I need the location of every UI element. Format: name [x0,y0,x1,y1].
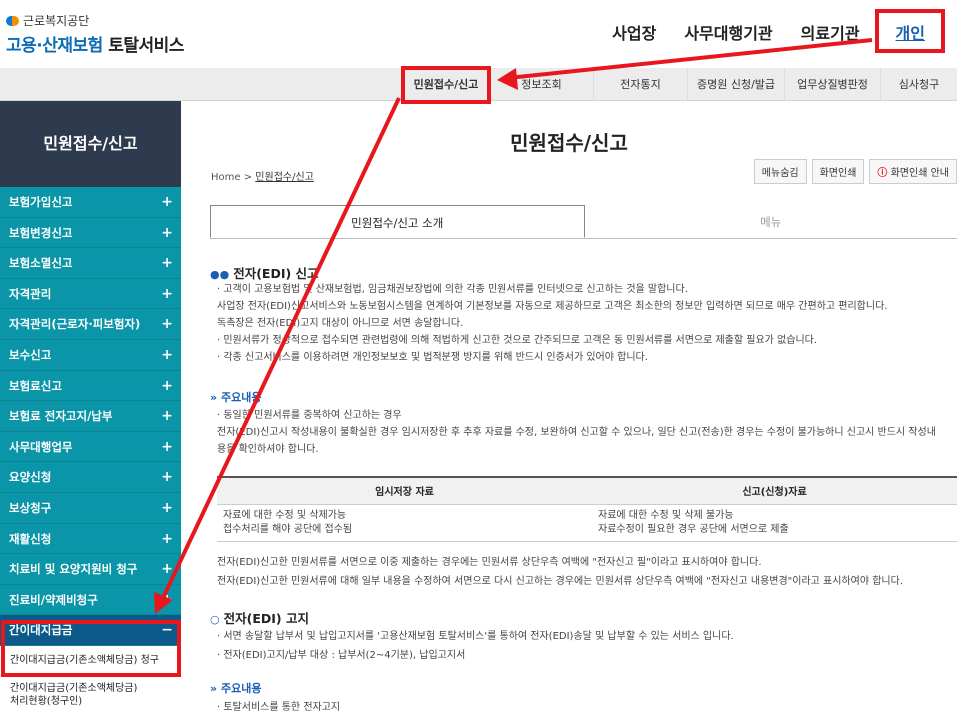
double-chevron-icon: » [210,682,218,695]
table-header: 신고(신청)자료 [592,477,957,505]
tab-menu[interactable]: 메뉴 [585,205,957,238]
comparison-table: 임시저장 자료 신고(신청)자료 자료에 대한 수정 및 삭제가능 접수처리를 … [217,476,957,542]
plus-icon: + [161,255,173,272]
sidebar-title: 민원접수/신고 [0,101,181,187]
sec1-line: 독촉장은 전자(EDI)고지 대상이 아니므로 서면 송달합니다. [217,318,464,329]
highlight-gnb-complaint [401,66,491,104]
sidebar-item[interactable]: 보험소멸신고 + [0,248,181,279]
sub1-line: 용을 확인하셔야 합니다. [217,444,319,455]
sec1-line: · 각종 신고서비스를 이용하려면 개인정보보호 및 법적분쟁 방지를 위해 반… [217,352,648,363]
gnb-tab-info[interactable]: 정보조회 [489,68,593,101]
breadcrumb: Home > 민원접수/신고 [211,168,314,183]
print-guide-button[interactable]: ⓘ 화면인쇄 안내 [869,159,957,184]
sec1-line: · 고객이 고용보험법 및 산재보험법, 임금채권보장법에 의한 각종 민원서류… [217,284,688,295]
after-table-line: 전자(EDI)신고한 민원서류에 대해 일부 내용을 수정하여 서면으로 다시 … [217,576,904,587]
plus-icon: + [161,499,173,516]
utility-buttons: 메뉴숨김 화면인쇄 ⓘ 화면인쇄 안내 [749,159,957,184]
subsection-title-2: » 주요내용 [210,682,262,695]
sec2-line: · 전자(EDI)고지/납부 대상 : 납부서(2~4기분), 납입고지서 [217,650,466,661]
sec1-line: · 민원서류가 정상적으로 접수되면 관련법령에 의해 적법하게 신고한 것으로… [217,335,818,346]
table-row: 자료에 대한 수정 및 삭제가능 접수처리를 해야 공단에 접수됨 자료에 대한… [217,504,957,542]
breadcrumb-current[interactable]: 민원접수/신고 [255,172,314,183]
sub2-line: · 토탈서비스를 통한 전자고지 [217,702,341,713]
gnb-tab-notice[interactable]: 전자통지 [593,68,687,101]
sidebar-item[interactable]: 보수신고 + [0,339,181,371]
plus-icon: + [161,408,173,425]
double-chevron-icon: » [210,391,218,404]
after-table-line: 전자(EDI)신고한 민원서류를 서면으로 이중 제출하는 경우에는 민원서류 … [217,557,762,568]
sidebar-item[interactable]: 사무대행업무 + [0,431,181,463]
bullet-dots-icon: ●● [210,268,230,281]
section-title-edi-report: ●● 전자(EDI) 신고 [210,266,319,281]
tab-intro[interactable]: 민원접수/신고 소개 [210,205,585,238]
bullet-circle-icon: ○ [210,613,220,626]
plus-icon: + [161,224,173,241]
main-content: 민원접수/신고 Home > 민원접수/신고 메뉴숨김 화면인쇄 ⓘ 화면인쇄 … [181,101,957,714]
highlight-sidebar-advance [1,620,181,677]
plus-icon: + [161,194,173,210]
sidebar-item[interactable]: 보험가입신고 + [0,187,181,218]
plus-icon: + [161,591,173,608]
content-tabs: 민원접수/신고 소개 메뉴 [210,205,957,239]
section-title-edi-notice: ○ 전자(EDI) 고지 [210,611,309,626]
plus-icon: + [161,561,173,578]
gnb-tab-appeal[interactable]: 심사청구 [880,68,957,101]
top-nav-agency[interactable]: 사무대행기관 [684,20,772,44]
top-nav-medical[interactable]: 의료기관 [801,20,860,44]
sec2-line: · 서면 송달할 납부서 및 납입고지서를 '고용산재보험 토탈서비스'를 통하… [217,631,734,642]
plus-icon: + [161,316,173,333]
plus-icon: + [161,377,173,394]
hide-menu-button[interactable]: 메뉴숨김 [753,159,807,184]
sub1-line: 전자(EDI)신고시 작성내용이 불확실한 경우 임시저장한 후 추후 자료를 … [217,427,936,438]
plus-icon: + [161,530,173,547]
org-name: 근로복지공단 [23,14,90,28]
logo[interactable]: 근로복지공단 고용·산재보험 토탈서비스 [6,12,184,56]
plus-icon: + [161,285,173,302]
sec1-line: 사업장 전자(EDI)신고서비스와 노동보험시스템을 연계하여 기본정보를 자동… [217,301,888,312]
sidebar-item[interactable]: 보험변경신고 + [0,217,181,249]
print-button[interactable]: 화면인쇄 [811,159,865,184]
sidebar-item[interactable]: 보상청구 + [0,492,181,524]
info-icon: ⓘ [877,168,888,179]
sidebar-item[interactable]: 치료비 및 요양지원비 청구 + [0,554,181,585]
table-header: 임시저장 자료 [217,477,592,505]
plus-icon: + [161,469,173,486]
sidebar-item[interactable]: 자격관리 + [0,278,181,310]
sidebar-item[interactable]: 보험료신고 + [0,370,181,402]
sidebar-subitem-status[interactable]: 간이대지급금(기존소액체당금) 처리현황(청구인) [0,675,181,714]
logo-mark-icon [6,15,20,27]
service-name-dark: 토탈서비스 [108,36,184,56]
table-cell: 자료에 대한 수정 및 삭제가능 접수처리를 해야 공단에 접수됨 [217,504,592,542]
plus-icon: + [161,438,173,455]
page-title: 민원접수/신고 [510,131,628,155]
subsection-title: » 주요내용 [210,391,262,404]
sidebar-item[interactable]: 자격관리(근로자·피보험자) + [0,309,181,340]
gnb-tab-certificate[interactable]: 증명원 신청/발급 [687,68,784,101]
highlight-individual [875,9,945,53]
header: 근로복지공단 고용·산재보험 토탈서비스 사업장 사무대행기관 의료기관 개인 [0,0,957,68]
plus-icon: + [161,346,173,363]
service-name-blue: 고용·산재보험 [6,36,103,56]
gnb-tab-disease[interactable]: 업무상질병판정 [784,68,880,101]
table-cell: 자료에 대한 수정 및 삭제 불가능 자료수정이 필요한 경우 공단에 서면으로… [592,504,957,542]
sidebar-item[interactable]: 진료비/약제비청구 + [0,584,181,616]
sidebar-item[interactable]: 재활신청 + [0,523,181,555]
breadcrumb-home[interactable]: Home [211,172,241,183]
sub1-line: · 동일한 민원서류를 중복하여 신고하는 경우 [217,410,402,421]
sidebar-item[interactable]: 보험료 전자고지/납부 + [0,401,181,432]
breadcrumb-sep: > [243,172,253,183]
sidebar-item[interactable]: 요양신청 + [0,462,181,493]
top-nav-business[interactable]: 사업장 [612,20,656,44]
